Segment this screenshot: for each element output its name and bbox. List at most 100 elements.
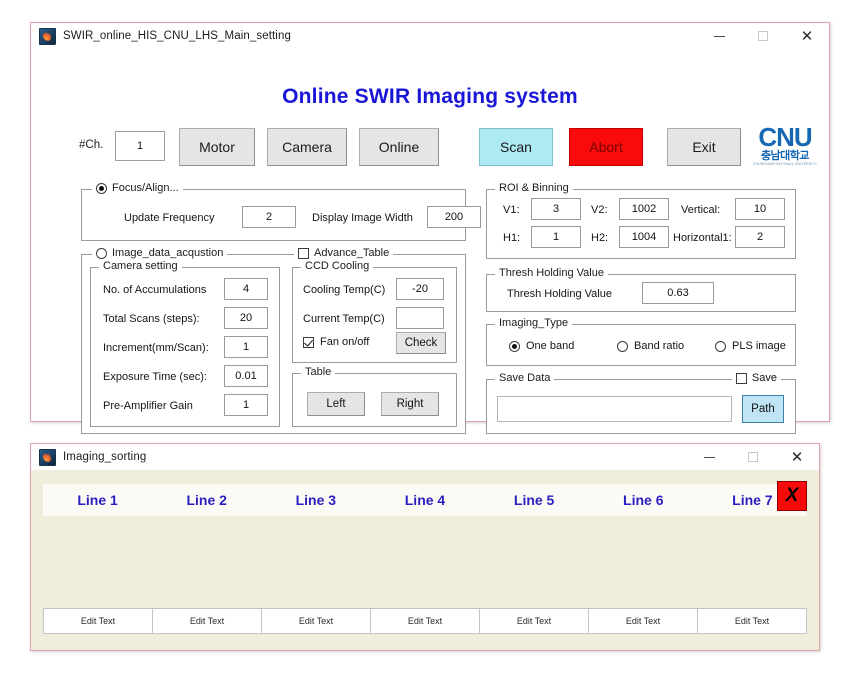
update-frequency-input[interactable]: 2 [242,206,296,228]
advance-table-label: Advance_Table [314,247,390,259]
horizontal1-input[interactable]: 2 [735,226,785,248]
save-checkbox-group[interactable]: Save [731,372,781,384]
maximize-icon-sorting[interactable] [731,444,775,470]
update-frequency-label: Update Frequency [124,212,215,224]
h1-input[interactable]: 1 [531,226,581,248]
edit-text-input-6[interactable]: Edit Text [589,609,698,633]
accumulations-label: No. of Accumulations [103,284,207,296]
one-band-radio[interactable] [509,340,520,352]
online-button[interactable]: Online [359,128,439,166]
pls-image-radio[interactable] [715,340,726,352]
thresh-holding-input[interactable]: 0.63 [642,282,714,304]
minimize-icon[interactable] [697,23,741,49]
page-title: Online SWIR Imaging system [282,85,578,108]
total-scans-input[interactable]: 20 [224,307,268,329]
abort-button[interactable]: Abort [569,128,643,166]
edit-text-input-3[interactable]: Edit Text [262,609,371,633]
focus-align-label: Focus/Align... [112,182,179,194]
accumulations-input[interactable]: 4 [224,278,268,300]
advance-table-checkbox[interactable] [298,247,309,259]
line-label-5[interactable]: Line 5 [480,484,589,516]
line-header-row: Line 1 Line 2 Line 3 Line 4 Line 5 Line … [43,481,807,516]
focus-align-panel: Focus/Align... Update Frequency 2 Displa… [81,182,481,241]
close-icon-sorting[interactable]: ✕ [775,444,819,470]
main-window-titlebar: SWIR_online_HIS_CNU_LHS_Main_setting ✕ [31,23,829,49]
edit-text-input-7[interactable]: Edit Text [698,609,806,633]
save-path-input[interactable] [497,396,732,422]
imaging-type-option-band-ratio[interactable]: Band ratio [617,340,684,352]
path-button[interactable]: Path [742,395,784,423]
exit-button[interactable]: Exit [667,128,741,166]
maximize-icon[interactable] [741,23,785,49]
vertical-input[interactable]: 10 [735,198,785,220]
check-button[interactable]: Check [396,332,446,354]
channel-input[interactable]: 1 [115,131,165,161]
thresh-holding-title: Thresh Holding Value [495,267,608,279]
main-window: SWIR_online_HIS_CNU_LHS_Main_setting ✕ O… [30,22,830,434]
focus-align-panel-title[interactable]: Focus/Align... [92,182,183,194]
table-left-button[interactable]: Left [307,392,365,416]
fan-onoff-checkbox[interactable] [303,336,314,348]
current-temp-label: Current Temp(C) [303,313,385,325]
exposure-time-input[interactable]: 0.01 [224,365,268,387]
edit-text-input-5[interactable]: Edit Text [480,609,589,633]
scan-button[interactable]: Scan [479,128,553,166]
matlab-app-icon-sorting [39,448,56,466]
table-panel-title: Table [301,366,336,378]
line-label-2[interactable]: Line 2 [152,484,261,516]
edit-text-row: Edit Text Edit Text Edit Text Edit Text … [43,608,807,634]
save-checkbox[interactable] [735,372,747,384]
advance-table-checkbox-group[interactable]: Advance_Table [294,247,394,259]
thresh-holding-label: Thresh Holding Value [507,288,612,300]
image-data-acquisition-radio[interactable] [96,247,107,259]
preamp-gain-label: Pre-Amplifier Gain [103,400,193,412]
line-label-1[interactable]: Line 1 [43,484,152,516]
band-ratio-radio[interactable] [617,340,628,352]
table-right-button[interactable]: Right [381,392,439,416]
close-glyph: ✕ [800,27,814,45]
main-window-title: SWIR_online_HIS_CNU_LHS_Main_setting [63,30,291,42]
save-label: Save [751,372,777,384]
focus-align-radio[interactable] [96,182,107,194]
increment-label: Increment(mm/Scan): [103,342,209,354]
edit-text-input-2[interactable]: Edit Text [153,609,262,633]
camera-button[interactable]: Camera [267,128,347,166]
sorting-window-titlebar: Imaging_sorting ✕ [31,444,819,470]
motor-button[interactable]: Motor [179,128,255,166]
edit-text-input-1[interactable]: Edit Text [44,609,153,633]
sorting-window-body: Line 1 Line 2 Line 3 Line 4 Line 5 Line … [31,470,819,650]
total-scans-label: Total Scans (steps): [103,313,200,325]
imaging-type-panel: Imaging_Type One band Band ratio PLS ima… [486,317,796,366]
display-image-width-input[interactable]: 200 [427,206,481,228]
matlab-app-icon [39,27,56,45]
ccd-cooling-title: CCD Cooling [301,260,374,272]
camera-setting-panel: Camera setting No. of Accumulations 4 To… [90,260,280,427]
preamp-gain-input[interactable]: 1 [224,394,268,416]
cooling-temp-input[interactable]: -20 [396,278,444,300]
fan-onoff-label: Fan on/off [320,336,370,348]
image-data-acquisition-label: Image_data_acqustion [112,247,224,259]
line-label-6[interactable]: Line 6 [589,484,698,516]
imaging-sorting-window: Imaging_sorting ✕ Line 1 Line 2 Line 3 L… [30,443,820,651]
sorting-close-button[interactable]: X [777,481,807,511]
v1-input[interactable]: 3 [531,198,581,220]
fan-onoff-group[interactable]: Fan on/off [303,336,369,348]
roi-binning-title: ROI & Binning [495,182,573,194]
sorting-window-title: Imaging_sorting [63,451,147,463]
close-icon[interactable]: ✕ [785,23,829,49]
screen: SWIR_online_HIS_CNU_LHS_Main_setting ✕ O… [0,0,859,674]
imaging-type-option-pls-image[interactable]: PLS image [715,340,786,352]
increment-input[interactable]: 1 [224,336,268,358]
image-data-acquisition-panel-title[interactable]: Image_data_acqustion [92,247,228,259]
edit-text-input-4[interactable]: Edit Text [371,609,480,633]
imaging-type-option-one-band[interactable]: One band [509,340,574,352]
v2-input[interactable]: 1002 [619,198,669,220]
close-glyph-sorting: ✕ [790,448,804,466]
line-label-3[interactable]: Line 3 [261,484,370,516]
current-temp-input[interactable] [396,307,444,329]
line-label-4[interactable]: Line 4 [370,484,479,516]
minimize-icon-sorting[interactable] [687,444,731,470]
ccd-cooling-panel: CCD Cooling Cooling Temp(C) -20 Current … [292,260,457,363]
h2-input[interactable]: 1004 [619,226,669,248]
sorting-window-controls: ✕ [687,444,819,470]
